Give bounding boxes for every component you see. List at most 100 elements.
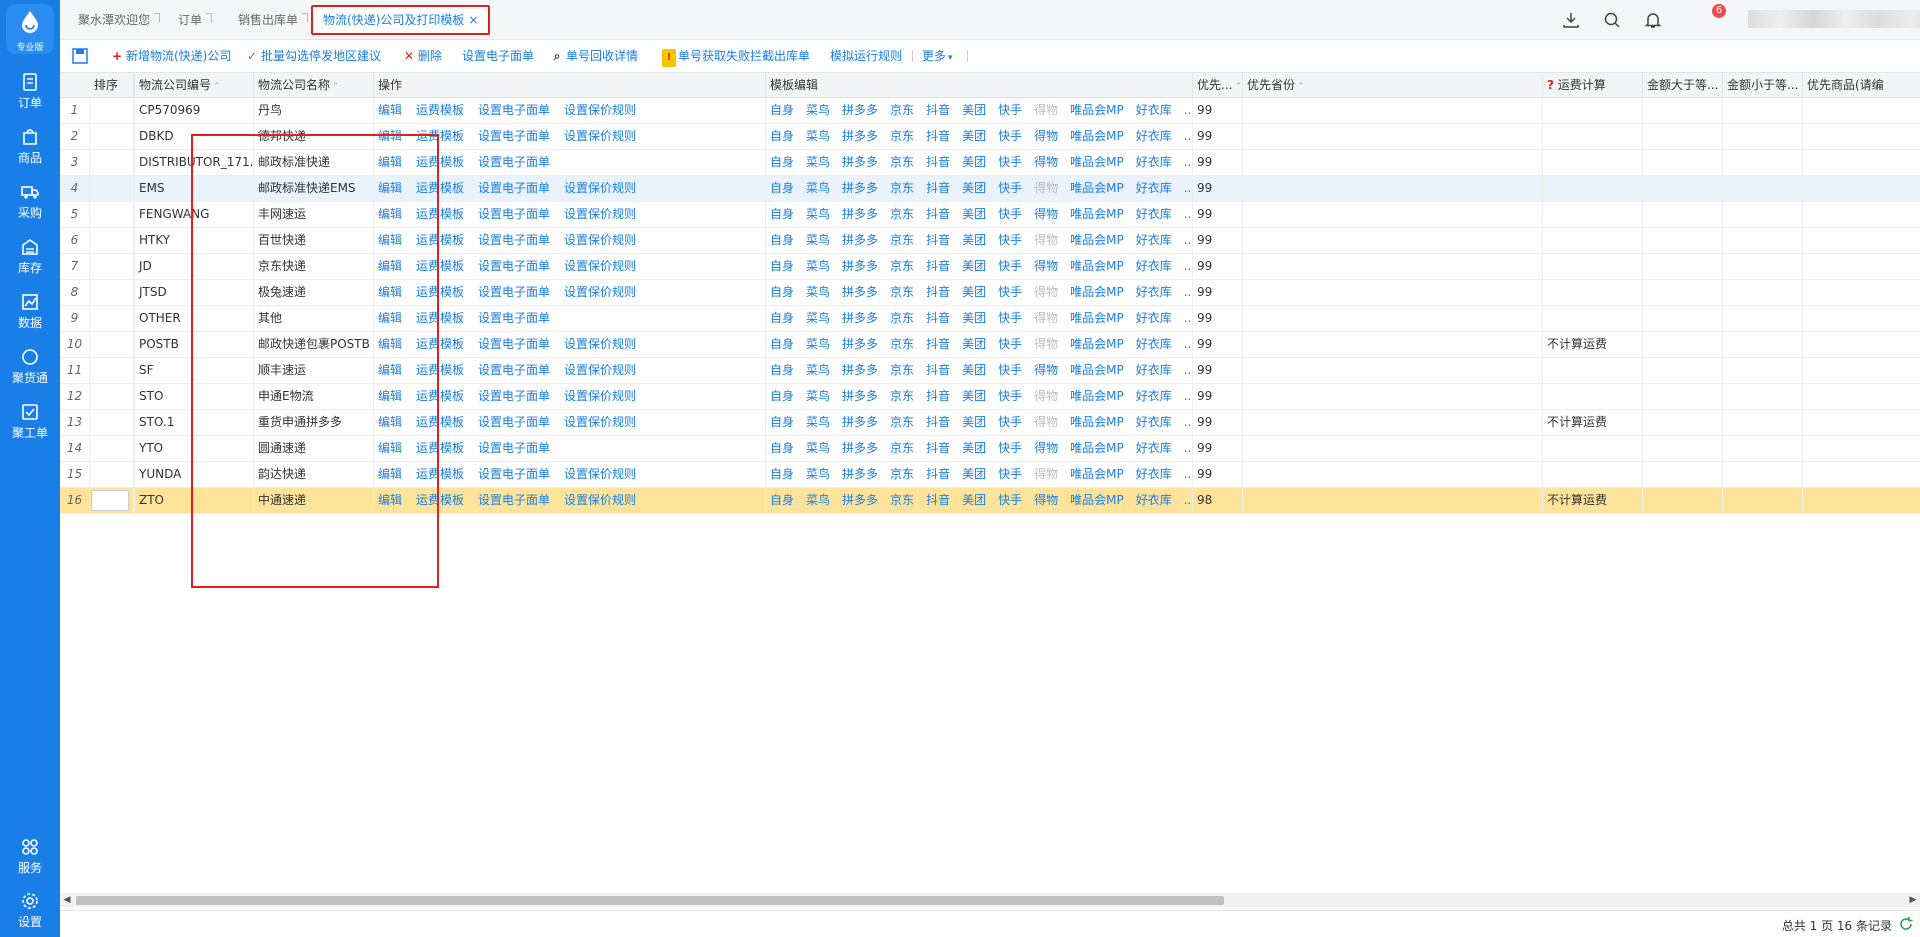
template-link[interactable]: ... xyxy=(1184,363,1192,377)
set-waybill-link[interactable]: 设置电子面单 xyxy=(478,181,550,195)
table-row[interactable]: 3 DISTRIBUTOR_171... 邮政标准快递 编辑 运费模板 设置电子面单 自身菜… xyxy=(60,150,1920,176)
template-link[interactable]: 快手 xyxy=(998,155,1022,169)
table-row[interactable]: 13 STO.1 重货申通拼多多 编辑 运费模板 设置电子面单 设置保价规则 自身 菜鸟 拼多多京… xyxy=(60,410,1920,436)
template-link[interactable]: 菜鸟 xyxy=(806,259,830,273)
set-insurance-link[interactable]: 设置保价规则 xyxy=(564,467,636,481)
set-waybill-link[interactable]: 设置电子面单 xyxy=(478,129,550,143)
table-row[interactable]: 4 EMS 邮政标准快递EMS 编辑 运费模板 设置电子面单 设置保价规则 自身 菜鸟 拼多多 京东… xyxy=(60,176,1920,202)
table-row[interactable]: 6 HTKY 百世快递 编辑 运费模板 设置电子面单 设置保价规则 自身 菜鸟 拼多多 京东 抖音 美团… xyxy=(60,228,1920,254)
template-link[interactable]: 快手 xyxy=(998,103,1022,117)
table-row[interactable]: 10 POSTB 邮政快递包裹POSTB 编辑 运费模板 设置电子面单 设置保价规则 自身 菜鸟… xyxy=(60,332,1920,358)
template-link[interactable]: 快手 xyxy=(998,415,1022,429)
template-link[interactable]: 唯品会MP xyxy=(1070,181,1124,195)
template-link[interactable]: 菜鸟 xyxy=(806,103,830,117)
template-link[interactable]: 京东 xyxy=(890,233,914,247)
template-link[interactable]: 好衣库 xyxy=(1136,415,1172,429)
template-link[interactable]: 自身 xyxy=(770,233,794,247)
template-link[interactable]: 好衣库 xyxy=(1136,389,1172,403)
template-link[interactable]: 美团 xyxy=(962,207,986,221)
template-link[interactable]: 拼多多 xyxy=(842,467,878,481)
app-logo[interactable]: 专业版 xyxy=(6,4,54,54)
template-link[interactable]: 京东 xyxy=(890,441,914,455)
table-row[interactable]: 8 JTSD 极兔速递 编辑 运费模板 设置电子面单 设置保价规则 自身 菜鸟 拼多多 京东 抖音 美团… xyxy=(60,280,1920,306)
template-link[interactable]: 拼多多 xyxy=(842,441,878,455)
set-insurance-link[interactable]: 设置保价规则 xyxy=(564,493,636,507)
help-icon[interactable]: ? xyxy=(1547,78,1554,92)
template-link[interactable]: ... xyxy=(1184,233,1192,247)
template-link[interactable]: 唯品会MP xyxy=(1070,103,1124,117)
set-insurance-link[interactable]: 设置保价规则 xyxy=(564,233,636,247)
template-link[interactable]: 菜鸟 xyxy=(806,129,830,143)
template-link[interactable]: 快手 xyxy=(998,259,1022,273)
template-link[interactable]: 美团 xyxy=(962,467,986,481)
freight-template-link[interactable]: 运费模板 xyxy=(416,389,464,403)
template-link[interactable]: 京东 xyxy=(890,207,914,221)
template-link[interactable]: 拼多多 xyxy=(842,103,878,117)
template-link[interactable]: 美团 xyxy=(962,181,986,195)
template-link[interactable]: 美团 xyxy=(962,363,986,377)
set-insurance-link[interactable]: 设置保价规则 xyxy=(564,129,636,143)
sidebar-item-purchase[interactable]: 采购 xyxy=(0,178,60,228)
close-icon[interactable]: × xyxy=(468,13,478,27)
set-waybill-link[interactable]: 设置电子面单 xyxy=(478,467,550,481)
set-waybill-link[interactable]: 设置电子面单 xyxy=(478,103,550,117)
template-link[interactable]: 京东 xyxy=(890,259,914,273)
sidebar-item-data[interactable]: 数据 xyxy=(0,288,60,338)
tab-orders[interactable]: 订单 xyxy=(168,7,213,33)
template-link[interactable]: 唯品会MP xyxy=(1070,415,1124,429)
template-link[interactable]: 菜鸟 xyxy=(806,441,830,455)
template-link[interactable]: 抖音 xyxy=(926,259,950,273)
template-link[interactable]: 得物 xyxy=(1034,311,1058,325)
template-link[interactable]: 京东 xyxy=(890,285,914,299)
template-link[interactable]: 抖音 xyxy=(926,493,950,507)
set-waybill-link[interactable]: 设置电子面单 xyxy=(478,363,550,377)
template-link[interactable]: 快手 xyxy=(998,389,1022,403)
template-link[interactable]: 快手 xyxy=(998,363,1022,377)
set-waybill-link[interactable]: 设置电子面单 xyxy=(478,259,550,273)
sort-cell[interactable] xyxy=(90,202,134,227)
user-info-blurred[interactable] xyxy=(1748,10,1920,28)
template-link[interactable]: 自身 xyxy=(770,207,794,221)
template-link[interactable]: 京东 xyxy=(890,493,914,507)
template-link[interactable]: 美团 xyxy=(962,103,986,117)
freight-template-link[interactable]: 运费模板 xyxy=(416,103,464,117)
template-link[interactable]: 京东 xyxy=(890,103,914,117)
template-link[interactable]: 快手 xyxy=(998,233,1022,247)
template-link[interactable]: 美团 xyxy=(962,415,986,429)
sort-cell[interactable] xyxy=(90,150,134,175)
template-link[interactable]: ... xyxy=(1184,467,1192,481)
edit-link[interactable]: 编辑 xyxy=(378,103,402,117)
template-link[interactable]: 快手 xyxy=(998,337,1022,351)
search-icon[interactable] xyxy=(1602,10,1622,30)
template-link[interactable]: ... xyxy=(1184,493,1192,507)
sidebar-item-order[interactable]: 订单 xyxy=(0,68,60,118)
template-link[interactable]: 菜鸟 xyxy=(806,285,830,299)
template-link[interactable]: 拼多多 xyxy=(842,311,878,325)
edit-link[interactable]: 编辑 xyxy=(378,337,402,351)
delete-button[interactable]: ✕ 删除 xyxy=(402,47,442,65)
template-link[interactable]: 美团 xyxy=(962,285,986,299)
save-icon[interactable] xyxy=(72,48,88,64)
template-link[interactable]: 自身 xyxy=(770,285,794,299)
sidebar-item-goods[interactable]: 商品 xyxy=(0,123,60,173)
template-link[interactable]: 得物 xyxy=(1034,181,1058,195)
template-link[interactable]: 菜鸟 xyxy=(806,181,830,195)
template-link[interactable]: 好衣库 xyxy=(1136,259,1172,273)
template-link[interactable]: 自身 xyxy=(770,337,794,351)
set-insurance-link[interactable]: 设置保价规则 xyxy=(564,285,636,299)
col-amount-gt[interactable]: 金额大于等... xyxy=(1643,73,1723,98)
template-link[interactable]: ... xyxy=(1184,129,1192,143)
template-link[interactable]: 京东 xyxy=(890,155,914,169)
set-insurance-link[interactable]: 设置保价规则 xyxy=(564,337,636,351)
template-link[interactable]: ... xyxy=(1184,337,1192,351)
col-code[interactable]: 物流公司编号 ⌃ xyxy=(134,73,254,98)
set-waybill-link[interactable]: 设置电子面单 xyxy=(478,233,550,247)
template-link[interactable]: 抖音 xyxy=(926,415,950,429)
set-insurance-link[interactable]: 设置保价规则 xyxy=(564,389,636,403)
set-waybill-link[interactable]: 设置电子面单 xyxy=(478,441,550,455)
template-link[interactable]: 菜鸟 xyxy=(806,467,830,481)
template-link[interactable]: 抖音 xyxy=(926,467,950,481)
col-ops[interactable]: 操作 xyxy=(374,73,766,98)
template-link[interactable]: 自身 xyxy=(770,415,794,429)
freight-template-link[interactable]: 运费模板 xyxy=(416,259,464,273)
